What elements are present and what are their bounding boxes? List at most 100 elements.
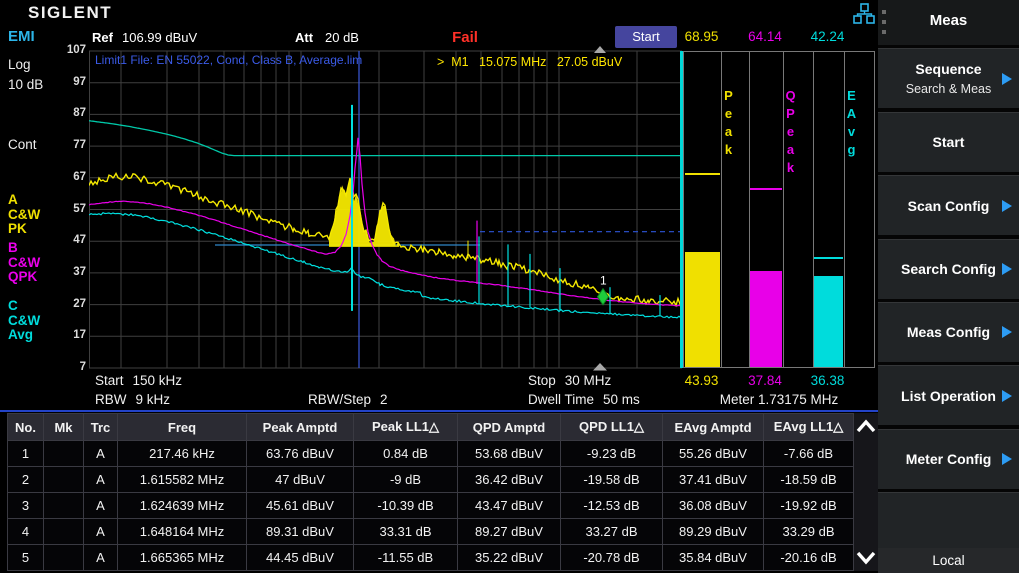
local-button[interactable]: Local	[878, 548, 1019, 573]
table-cell: 33.29 dB	[764, 519, 854, 545]
table-cell: 44.45 dBuV	[247, 545, 354, 571]
table-cell: -20.78 dB	[561, 545, 663, 571]
menu-item-scan-config[interactable]: Scan Config	[878, 175, 1019, 235]
table-row[interactable]: 4A1.648164 MHz89.31 dBuV33.31 dB89.27 dB…	[8, 519, 854, 545]
meter-bar-peak	[685, 252, 720, 367]
table-cell: 1.648164 MHz	[118, 519, 247, 545]
menu-item-list-operation[interactable]: List Operation	[878, 365, 1019, 425]
menu-item-start[interactable]: Start	[878, 112, 1019, 172]
menu-item-meas-config[interactable]: Meas Config	[878, 302, 1019, 362]
meter-hold-peak	[685, 173, 720, 175]
menu-item-meter-config[interactable]: Meter Config	[878, 429, 1019, 489]
trace-B-legend[interactable]: BC&WQPK	[8, 241, 40, 285]
table-cell: 89.29 dBuV	[663, 519, 764, 545]
table-cell: 1.665365 MHz	[118, 545, 247, 571]
y-tick: 87	[52, 107, 86, 119]
submenu-arrow-icon	[1002, 200, 1012, 212]
column-header[interactable]: Mk	[44, 414, 84, 441]
meter-value-peak: 43.93	[670, 373, 734, 388]
table-row[interactable]: 5A1.665365 MHz44.45 dBuV-11.55 dB35.22 d…	[8, 545, 854, 571]
table-cell: -9 dB	[354, 467, 458, 493]
table-cell: -19.58 dB	[561, 467, 663, 493]
table-cell: -19.92 dB	[764, 493, 854, 519]
rbw-step[interactable]: RBW/Step2	[308, 392, 388, 407]
table-cell: 47 dBuV	[247, 467, 354, 493]
att-value[interactable]: 20 dB	[325, 30, 359, 45]
svg-text:1: 1	[600, 274, 607, 288]
meter-max-eavg: 42.24	[796, 29, 860, 44]
table-scrollbar	[853, 413, 878, 571]
svg-text:> M1 15.075 MHz 27.05 dBu: > M1 15.075 MHz 27.05 dBuV	[437, 55, 623, 69]
submenu-arrow-icon	[1002, 73, 1012, 85]
sweep-mode-label[interactable]: Cont	[8, 137, 37, 152]
table-cell: 37.41 dBuV	[663, 467, 764, 493]
menu-item-sequence[interactable]: Sequence Search & Meas	[878, 48, 1019, 108]
meter-frequency[interactable]: Meter 1.73175 MHz	[683, 392, 875, 407]
scroll-up-button[interactable]	[855, 418, 877, 434]
table-cell: 0.84 dB	[354, 441, 458, 467]
table-row[interactable]: 2A1.615582 MHz47 dBuV-9 dB36.42 dBuV-19.…	[8, 467, 854, 493]
y-tick: 37	[52, 266, 86, 278]
column-header[interactable]: EAvg LL1△	[764, 414, 854, 441]
meter-bar-eavg	[814, 276, 843, 367]
trace-C-legend[interactable]: CC&WAvg	[8, 299, 40, 343]
column-header[interactable]: QPD LL1△	[561, 414, 663, 441]
table-cell: -7.66 dB	[764, 441, 854, 467]
trace-A-legend[interactable]: AC&WPK	[8, 193, 40, 237]
submenu-arrow-icon	[1002, 453, 1012, 465]
softkey-menu: Meas Sequence Search & Meas Start Scan C…	[878, 0, 1019, 573]
table-cell: 1	[8, 441, 44, 467]
scale-div-label[interactable]: 10 dB	[8, 77, 43, 92]
table-cell: 4	[8, 519, 44, 545]
y-tick: 57	[52, 203, 86, 215]
meter-value-eavg: 36.38	[796, 373, 860, 388]
table-cell: 36.42 dBuV	[458, 467, 561, 493]
dwell-time[interactable]: Dwell Time50 ms	[528, 392, 640, 407]
table-cell	[44, 441, 84, 467]
menu-header[interactable]: Meas	[878, 0, 1019, 45]
menu-item-empty[interactable]	[878, 492, 1019, 552]
column-header[interactable]: Peak LL1△	[354, 414, 458, 441]
column-header[interactable]: Peak Amptd	[247, 414, 354, 441]
y-tick: 7	[52, 361, 86, 373]
amp-scale-label[interactable]: Log	[8, 57, 31, 72]
y-tick: 17	[52, 329, 86, 341]
column-header[interactable]: QPD Amptd	[458, 414, 561, 441]
scroll-down-button[interactable]	[855, 550, 877, 566]
column-header[interactable]: EAvg Amptd	[663, 414, 764, 441]
table-cell: 63.76 dBuV	[247, 441, 354, 467]
meter-max-qpeak: 64.14	[733, 29, 797, 44]
table-cell: 1.615582 MHz	[118, 467, 247, 493]
table-cell: 53.68 dBuV	[458, 441, 561, 467]
table-cell	[44, 545, 84, 571]
table-cell: A	[84, 441, 118, 467]
rbw[interactable]: RBW9 kHz	[95, 392, 170, 407]
lan-network-icon[interactable]	[853, 3, 875, 25]
table-cell: 45.61 dBuV	[247, 493, 354, 519]
meter-bar-qpeak	[750, 271, 782, 367]
y-tick: 67	[52, 171, 86, 183]
table-cell: 43.47 dBuV	[458, 493, 561, 519]
column-header[interactable]: Trc	[84, 414, 118, 441]
menu-item-search-config[interactable]: Search Config	[878, 239, 1019, 299]
y-tick: 107	[52, 44, 86, 56]
ref-value[interactable]: 106.99 dBuV	[122, 30, 197, 45]
column-header[interactable]: No.	[8, 414, 44, 441]
stop-freq[interactable]: Stop30 MHz	[528, 373, 611, 388]
table-cell: 217.46 kHz	[118, 441, 247, 467]
svg-text:Limit1 File: EN 55022, Cond, C: Limit1 File: EN 55022, Cond, Class B, Av…	[95, 53, 362, 67]
table-cell: 89.31 dBuV	[247, 519, 354, 545]
column-header[interactable]: Freq	[118, 414, 247, 441]
menu-title: Meas	[878, 12, 1019, 29]
table-cell: 3	[8, 493, 44, 519]
emi-analyzer-screen: SIGLENT EMI Ref 106.99 dBuV Att 20 dB Fa…	[0, 0, 1019, 573]
spectrum-plot[interactable]: 1 Limit1 File: EN 55022, Cond, Class B, A…	[89, 45, 682, 371]
start-freq[interactable]: Start150 kHz	[95, 373, 182, 388]
meter-label-qpeak: QPeak	[783, 88, 813, 178]
table-cell: -9.23 dB	[561, 441, 663, 467]
submenu-arrow-icon	[1002, 390, 1012, 402]
table-row[interactable]: 1A217.46 kHz63.76 dBuV0.84 dB53.68 dBuV-…	[8, 441, 854, 467]
table-row[interactable]: 3A1.624639 MHz45.61 dBuV-10.39 dB43.47 d…	[8, 493, 854, 519]
table-cell: 55.26 dBuV	[663, 441, 764, 467]
siglent-logo: SIGLENT	[28, 3, 112, 23]
